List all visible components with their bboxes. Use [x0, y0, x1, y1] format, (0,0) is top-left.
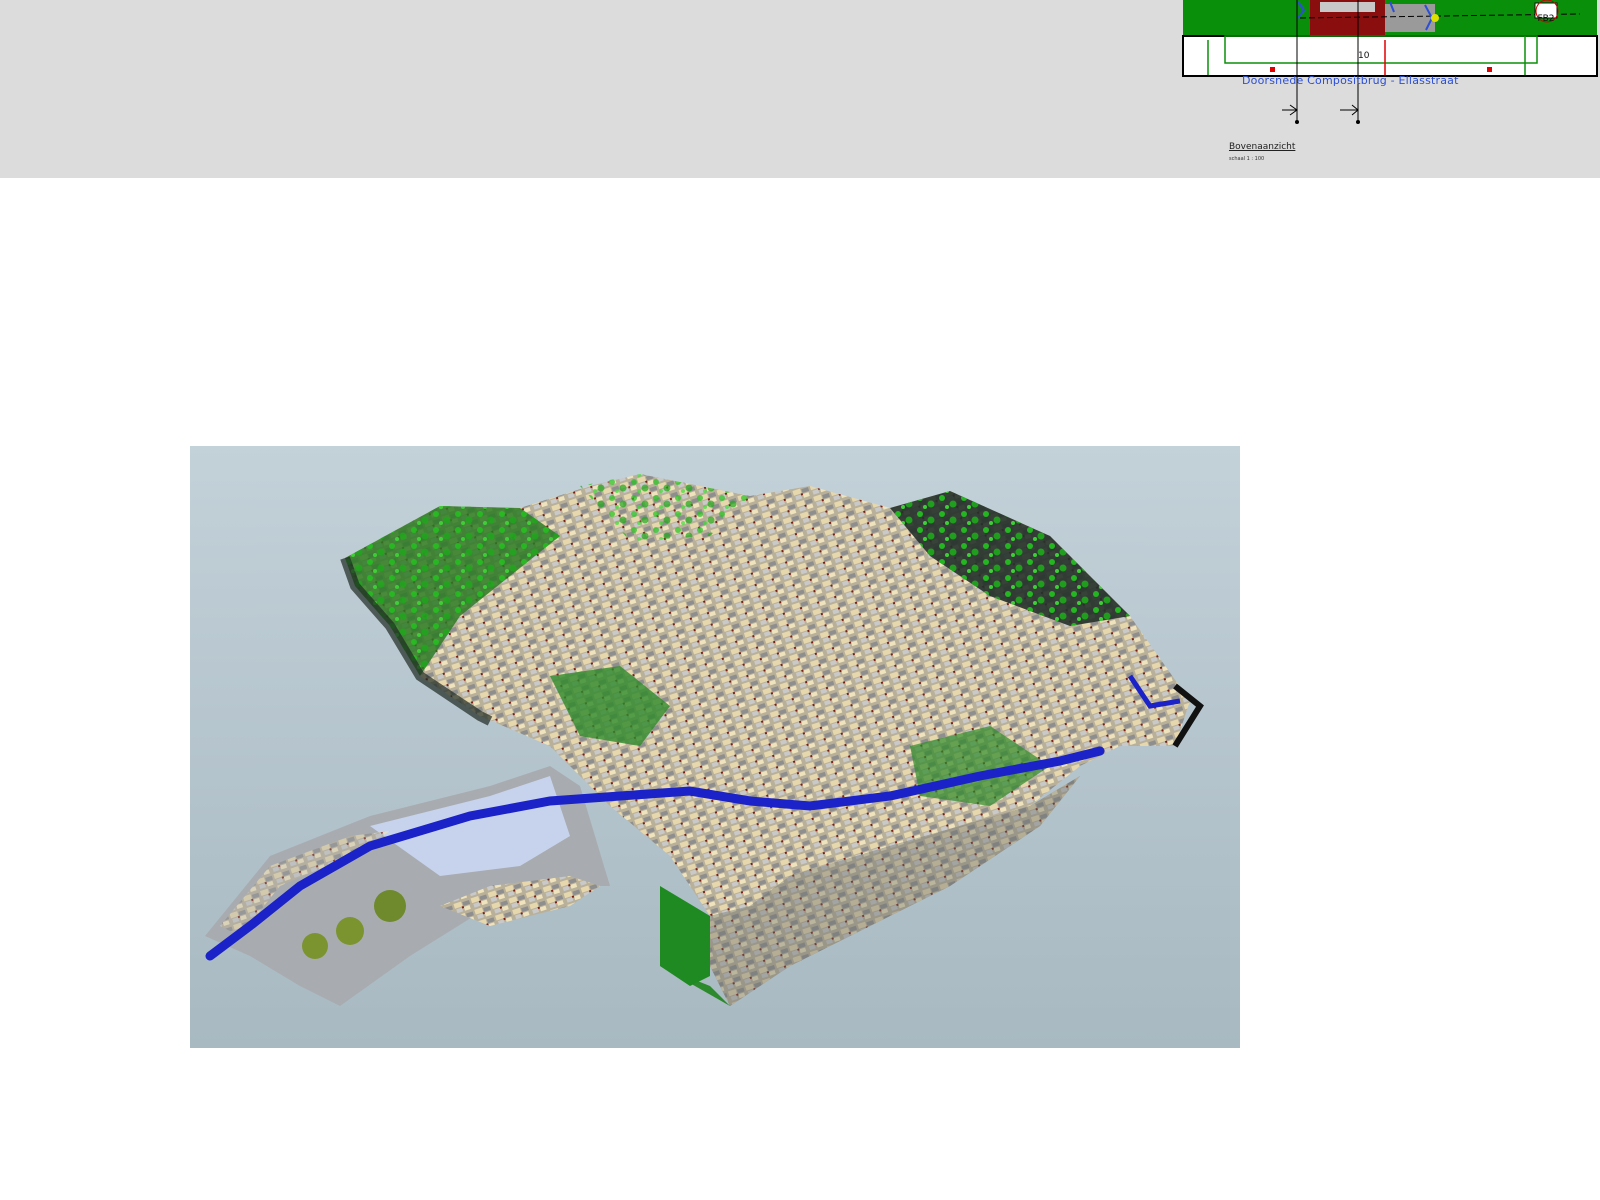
plan-scale: schaal 1 : 100: [1229, 156, 1265, 162]
cut-arrow-left: [1282, 104, 1298, 116]
red-marker-left: [1270, 67, 1275, 72]
tank-2: [336, 917, 364, 945]
drawing-tag: FB2: [1537, 14, 1555, 24]
city-model-render: [205, 474, 1204, 1006]
marker-dot: [1431, 14, 1439, 22]
dimension-value: 10: [1358, 51, 1370, 61]
plan-label: Bovenaanzicht: [1229, 142, 1296, 152]
red-marker-right: [1487, 67, 1492, 72]
top-band: FB2 10 Doorsnede Compositbrug - Ellasstr…: [0, 0, 1600, 178]
cut-end-left: [1295, 120, 1299, 124]
city-model-viewport: [190, 446, 1240, 1048]
section-title: Doorsnede Compositbrug - Ellasstraat: [1242, 74, 1459, 87]
cut-arrow-right: [1340, 104, 1359, 116]
tank-3: [302, 933, 328, 959]
section-outline: [1182, 35, 1598, 77]
cut-end-right: [1356, 120, 1360, 124]
technical-drawing-excerpt: FB2 10 Doorsnede Compositbrug - Ellasstr…: [1180, 0, 1600, 178]
tank-1: [374, 890, 406, 922]
structure-light: [1320, 2, 1375, 12]
